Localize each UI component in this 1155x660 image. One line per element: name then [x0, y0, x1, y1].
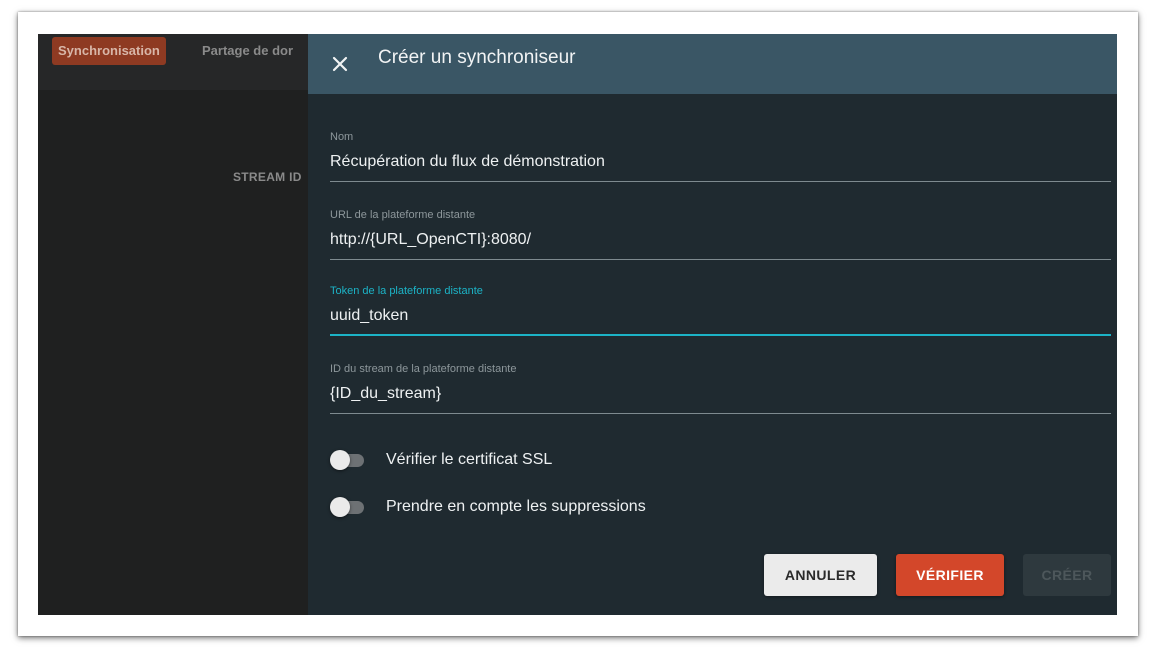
- create-synchronizer-drawer: Créer un synchroniseur Nom URL de la pla…: [308, 34, 1117, 615]
- cancel-button[interactable]: ANNULER: [764, 554, 877, 596]
- stream-id-field: ID du stream de la plateforme distante: [330, 362, 1111, 414]
- ssl-verify-toggle-row[interactable]: Vérifier le certificat SSL: [330, 448, 552, 472]
- remote-url-label: URL de la plateforme distante: [330, 209, 476, 221]
- ssl-verify-switch[interactable]: [330, 450, 366, 470]
- drawer-header: Créer un synchroniseur: [308, 34, 1117, 94]
- remote-token-input[interactable]: [330, 305, 1111, 327]
- remote-url-field: URL de la plateforme distante: [330, 208, 1111, 260]
- deletions-switch-thumb: [330, 497, 350, 517]
- tab-synchronisation[interactable]: Synchronisation: [52, 37, 166, 65]
- remote-url-input[interactable]: [330, 229, 1111, 251]
- stream-id-underline: [330, 413, 1111, 414]
- name-underline: [330, 181, 1111, 182]
- background-page: Synchronisation Partage de dor STREAM ID: [38, 34, 308, 615]
- ssl-verify-label: Vérifier le certificat SSL: [386, 451, 553, 468]
- drawer-title: Créer un synchroniseur: [378, 47, 576, 68]
- remote-url-underline: [330, 259, 1111, 260]
- app-window: Synchronisation Partage de dor STREAM ID…: [38, 34, 1117, 615]
- top-nav-bar: Synchronisation Partage de dor: [38, 34, 308, 90]
- stream-id-input[interactable]: [330, 383, 1111, 405]
- name-field: Nom: [330, 130, 1111, 182]
- remote-token-underline: [330, 334, 1111, 336]
- deletions-label: Prendre en compte les suppressions: [386, 498, 646, 515]
- name-input[interactable]: [330, 151, 1111, 173]
- verify-button[interactable]: VÉRIFIER: [896, 554, 1004, 596]
- name-label: Nom: [330, 131, 354, 143]
- column-header-stream-id: STREAM ID: [233, 170, 302, 184]
- ssl-verify-switch-thumb: [330, 450, 350, 470]
- deletions-switch[interactable]: [330, 497, 366, 517]
- tab-partage-de-donnees[interactable]: Partage de dor: [202, 37, 293, 65]
- create-button[interactable]: CRÉER: [1023, 554, 1111, 596]
- deletions-toggle-row[interactable]: Prendre en compte les suppressions: [330, 495, 646, 519]
- remote-token-label: Token de la plateforme distante: [330, 285, 483, 297]
- remote-token-field: Token de la plateforme distante: [330, 284, 1111, 336]
- close-icon[interactable]: [328, 52, 352, 76]
- stream-id-label: ID du stream de la plateforme distante: [330, 363, 517, 375]
